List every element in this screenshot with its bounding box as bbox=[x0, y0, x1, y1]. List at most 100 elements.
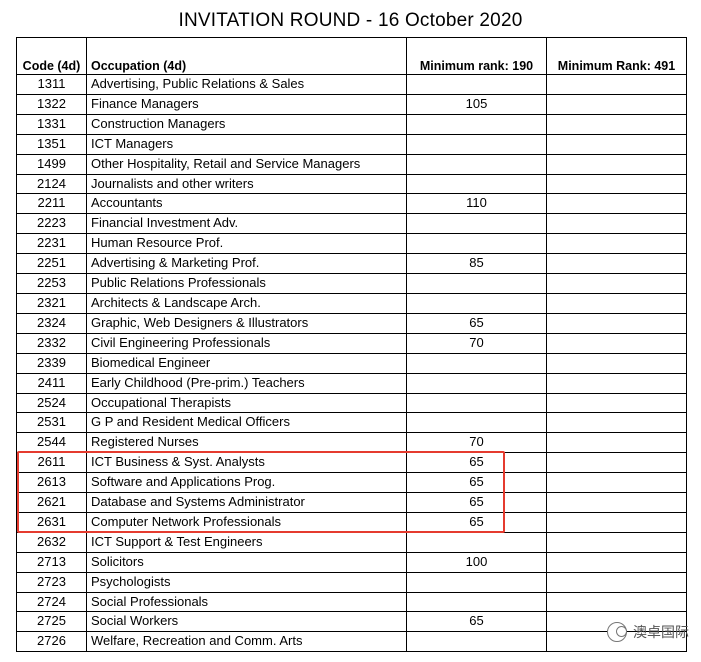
code-cell: 2223 bbox=[16, 213, 87, 235]
table-row: 2726 Welfare, Recreation and Comm. Arts bbox=[16, 631, 687, 653]
table-row: 2725 Social Workers 65 bbox=[16, 611, 687, 633]
table-row: 2321 Architects & Landscape Arch. bbox=[16, 292, 687, 314]
occupation-cell: G P and Resident Medical Officers bbox=[86, 412, 407, 434]
occupation-cell: Advertising, Public Relations & Sales bbox=[86, 74, 407, 95]
occupation-cell: Other Hospitality, Retail and Service Ma… bbox=[86, 153, 407, 175]
code-cell: 2324 bbox=[16, 312, 87, 334]
code-cell: 2726 bbox=[16, 631, 87, 653]
table-row: 2251 Advertising & Marketing Prof. 85 bbox=[16, 253, 687, 275]
code-cell: 1351 bbox=[16, 133, 87, 155]
min-rank-190-cell bbox=[406, 571, 547, 593]
occupation-cell: Social Professionals bbox=[86, 591, 407, 613]
code-cell: 2124 bbox=[16, 173, 87, 195]
min-rank-190-cell bbox=[406, 273, 547, 294]
min-rank-190-cell: 105 bbox=[406, 93, 547, 115]
occupation-cell: Public Relations Professionals bbox=[86, 273, 407, 294]
min-rank-190-cell bbox=[406, 412, 547, 434]
code-cell: 2211 bbox=[16, 193, 87, 215]
occupation-cell: Psychologists bbox=[86, 571, 407, 593]
min-rank-190-cell: 65 bbox=[406, 492, 547, 513]
table-row: 2531 G P and Resident Medical Officers bbox=[16, 412, 687, 434]
min-rank-190-cell: 65 bbox=[406, 472, 547, 494]
table-row: 1499 Other Hospitality, Retail and Servic… bbox=[16, 153, 687, 175]
min-rank-491-cell bbox=[546, 113, 687, 135]
code-cell: 2253 bbox=[16, 273, 87, 294]
code-cell: 2321 bbox=[16, 292, 87, 314]
occupation-cell: Biomedical Engineer bbox=[86, 352, 407, 374]
table-row: 1322 Finance Managers 105 bbox=[16, 93, 687, 115]
table-row: 2324 Graphic, Web Designers & Illustrator… bbox=[16, 312, 687, 334]
table-row: 2544 Registered Nurses 70 bbox=[16, 432, 687, 454]
occupation-cell: Journalists and other writers bbox=[86, 173, 407, 195]
code-cell: 2611 bbox=[16, 452, 87, 474]
occupation-cell: Social Workers bbox=[86, 611, 407, 633]
table-row: 2253 Public Relations Professionals bbox=[16, 273, 687, 294]
table-row: 2611 ICT Business & Syst. Analysts 65 bbox=[16, 452, 687, 474]
table-row: 2332 Civil Engineering Professionals 70 bbox=[16, 332, 687, 354]
occupation-cell: Early Childhood (Pre-prim.) Teachers bbox=[86, 372, 407, 394]
table-row: 1331 Construction Managers bbox=[16, 113, 687, 135]
table-row: 2632 ICT Support & Test Engineers bbox=[16, 531, 687, 553]
occupation-cell: Civil Engineering Professionals bbox=[86, 332, 407, 354]
min-rank-491-cell bbox=[546, 392, 687, 414]
table-body: 1311 Advertising, Public Relations & Sale… bbox=[16, 74, 687, 653]
table-header-row: Code (4d) Occupation (4d) Minimum rank: … bbox=[16, 37, 687, 75]
code-cell: 2339 bbox=[16, 352, 87, 374]
occupation-cell: ICT Support & Test Engineers bbox=[86, 531, 407, 553]
occupation-cell: Registered Nurses bbox=[86, 432, 407, 454]
min-rank-491-cell bbox=[546, 432, 687, 454]
min-rank-190-cell bbox=[406, 74, 547, 95]
occupation-cell: Computer Network Professionals bbox=[86, 511, 407, 533]
min-rank-491-cell bbox=[546, 173, 687, 195]
min-rank-190-cell bbox=[406, 233, 547, 255]
invitation-table: Code (4d) Occupation (4d) Minimum rank: … bbox=[16, 37, 687, 653]
code-cell: 2531 bbox=[16, 412, 87, 434]
table-row: 2713 Solicitors 100 bbox=[16, 551, 687, 573]
min-rank-491-cell bbox=[546, 213, 687, 235]
min-rank-491-cell bbox=[546, 153, 687, 175]
code-cell: 2613 bbox=[16, 472, 87, 494]
min-rank-491-cell bbox=[546, 233, 687, 255]
code-cell: 2411 bbox=[16, 372, 87, 394]
min-rank-491-cell bbox=[546, 74, 687, 95]
table-row: 2631 Computer Network Professionals 65 bbox=[16, 511, 687, 533]
code-cell: 2723 bbox=[16, 571, 87, 593]
code-cell: 1499 bbox=[16, 153, 87, 175]
occupation-cell: Database and Systems Administrator bbox=[86, 492, 407, 513]
min-rank-491-cell bbox=[546, 193, 687, 215]
occupation-cell: ICT Managers bbox=[86, 133, 407, 155]
occupation-cell: Finance Managers bbox=[86, 93, 407, 115]
min-rank-491-cell bbox=[546, 492, 687, 513]
code-cell: 2251 bbox=[16, 253, 87, 275]
min-rank-190-cell: 70 bbox=[406, 332, 547, 354]
min-rank-190-cell: 65 bbox=[406, 511, 547, 533]
table-row: 2411 Early Childhood (Pre-prim.) Teachers bbox=[16, 372, 687, 394]
occupation-cell: Construction Managers bbox=[86, 113, 407, 135]
min-rank-491-cell bbox=[546, 551, 687, 573]
table-row: 2613 Software and Applications Prog. 65 bbox=[16, 472, 687, 494]
code-cell: 1331 bbox=[16, 113, 87, 135]
min-rank-491-cell bbox=[546, 531, 687, 553]
page-title: INVITATION ROUND - 16 October 2020 bbox=[178, 10, 523, 31]
min-rank-190-cell: 65 bbox=[406, 611, 547, 633]
code-cell: 2544 bbox=[16, 432, 87, 454]
min-rank-190-cell bbox=[406, 153, 547, 175]
min-rank-190-cell bbox=[406, 292, 547, 314]
code-cell: 2632 bbox=[16, 531, 87, 553]
code-cell: 1311 bbox=[16, 74, 87, 95]
table-row: 1311 Advertising, Public Relations & Sale… bbox=[16, 74, 687, 95]
code-cell: 2631 bbox=[16, 511, 87, 533]
min-rank-190-cell bbox=[406, 392, 547, 414]
occupation-cell: Graphic, Web Designers & Illustrators bbox=[86, 312, 407, 334]
code-cell: 2524 bbox=[16, 392, 87, 414]
min-rank-491-cell bbox=[546, 591, 687, 613]
min-rank-491-cell bbox=[546, 412, 687, 434]
min-rank-491-cell bbox=[546, 372, 687, 394]
min-rank-491-cell bbox=[546, 332, 687, 354]
min-rank-190-cell bbox=[406, 531, 547, 553]
min-rank-190-column-header: Minimum rank: 190 bbox=[406, 37, 547, 75]
min-rank-190-cell: 100 bbox=[406, 551, 547, 573]
min-rank-491-cell bbox=[546, 511, 687, 533]
code-cell: 1322 bbox=[16, 93, 87, 115]
occupation-cell: Advertising & Marketing Prof. bbox=[86, 253, 407, 275]
